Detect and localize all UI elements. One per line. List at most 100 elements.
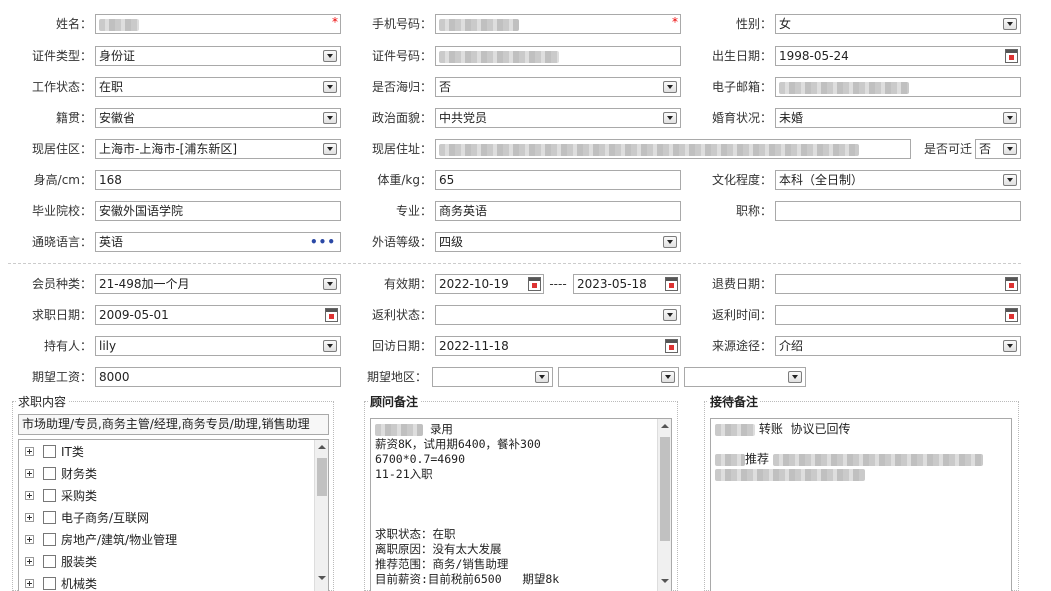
plus-square-icon[interactable] bbox=[25, 491, 34, 500]
redacted-name bbox=[99, 18, 139, 31]
section-divider bbox=[8, 263, 1021, 264]
checkbox[interactable] bbox=[43, 533, 56, 546]
height-label: 身高/cm： bbox=[33, 173, 92, 187]
reception-notes-textarea[interactable]: 转账 协议已回传 推荐 bbox=[710, 418, 1012, 591]
rebate-status-label: 返利状态： bbox=[371, 308, 432, 322]
visit-date-input[interactable]: 2022-11-18 bbox=[435, 336, 681, 356]
calendar-icon[interactable] bbox=[665, 339, 678, 353]
birth-label: 出生日期： bbox=[711, 49, 772, 63]
idtype-select[interactable]: 身份证 bbox=[95, 46, 341, 66]
area-province-select[interactable] bbox=[432, 367, 553, 387]
checkbox[interactable] bbox=[43, 511, 56, 524]
school-input[interactable]: 安徽外国语学院 bbox=[95, 201, 341, 221]
checkbox[interactable] bbox=[43, 489, 56, 502]
valid-separator: ---- bbox=[549, 277, 567, 291]
valid-to-input[interactable]: 2023-05-18 bbox=[573, 274, 681, 294]
redacted-address bbox=[439, 143, 859, 156]
birth-date-input[interactable]: 1998-05-24 bbox=[775, 46, 1021, 66]
plus-square-icon[interactable] bbox=[25, 535, 34, 544]
scroll-down-icon[interactable] bbox=[318, 576, 326, 580]
source-select[interactable]: 介绍 bbox=[775, 336, 1021, 356]
langlevel-select[interactable]: 四级 bbox=[435, 232, 681, 252]
school-label: 毕业院校： bbox=[31, 204, 92, 218]
advisor-notes-textarea[interactable]: 录用 薪资8K，试用期6400，餐补300 6700*0.7=4690 11-2… bbox=[370, 418, 672, 591]
overseas-select[interactable]: 否 bbox=[435, 77, 681, 97]
region-select[interactable]: 上海市-上海市-[浦东新区] bbox=[95, 139, 341, 159]
holder-select[interactable]: lily bbox=[95, 336, 341, 356]
phone-input[interactable]: * bbox=[435, 14, 681, 34]
email-input[interactable] bbox=[775, 77, 1021, 97]
origin-select[interactable]: 安徽省 bbox=[95, 108, 341, 128]
source-label: 来源途径： bbox=[711, 339, 772, 353]
language-input[interactable]: 英语 ••• bbox=[95, 232, 341, 252]
area-district-select[interactable] bbox=[684, 367, 806, 387]
name-label: 姓名： bbox=[55, 17, 92, 31]
plus-square-icon[interactable] bbox=[25, 579, 34, 588]
calendar-icon[interactable] bbox=[1005, 277, 1018, 291]
advisor-scrollbar[interactable] bbox=[657, 419, 671, 591]
refund-date-input[interactable] bbox=[775, 274, 1021, 294]
rebate-time-input[interactable] bbox=[775, 305, 1021, 325]
job-selected-input[interactable]: 市场助理/专员,商务主管/经理,商务专员/助理,销售助理 bbox=[18, 414, 329, 435]
checkbox[interactable] bbox=[43, 445, 56, 458]
calendar-icon[interactable] bbox=[325, 308, 338, 322]
plus-square-icon[interactable] bbox=[25, 513, 34, 522]
valid-from-input[interactable]: 2022-10-19 bbox=[435, 274, 544, 294]
relocate-label: 是否可迁 bbox=[923, 142, 972, 156]
calendar-icon[interactable] bbox=[665, 277, 678, 291]
scroll-thumb[interactable] bbox=[660, 437, 670, 541]
marital-select[interactable]: 未婚 bbox=[775, 108, 1021, 128]
relocate-select[interactable]: 否 bbox=[975, 139, 1021, 159]
required-star-icon: * bbox=[332, 15, 338, 29]
major-input[interactable]: 商务英语 bbox=[435, 201, 681, 221]
chevron-down-icon bbox=[661, 371, 675, 383]
gender-select[interactable]: 女 bbox=[775, 14, 1021, 34]
address-label: 现居住址： bbox=[371, 142, 432, 156]
scroll-up-icon[interactable] bbox=[318, 445, 326, 449]
idno-label: 证件号码： bbox=[371, 49, 432, 63]
phone-label: 手机号码： bbox=[371, 17, 432, 31]
chevron-down-icon bbox=[1003, 18, 1017, 30]
chevron-down-icon bbox=[1003, 340, 1017, 352]
marital-label: 婚育状况： bbox=[711, 111, 772, 125]
tree-scrollbar[interactable] bbox=[314, 440, 328, 591]
title-label: 职称： bbox=[735, 204, 772, 218]
education-select[interactable]: 本科（全日制） bbox=[775, 170, 1021, 190]
plus-square-icon[interactable] bbox=[25, 469, 34, 478]
calendar-icon[interactable] bbox=[528, 277, 541, 291]
chevron-down-icon bbox=[663, 112, 677, 124]
name-input[interactable]: * bbox=[95, 14, 341, 34]
area-city-select[interactable] bbox=[558, 367, 679, 387]
rebate-status-select[interactable] bbox=[435, 305, 681, 325]
valid-label: 有效期： bbox=[383, 277, 432, 291]
checkbox[interactable] bbox=[43, 467, 56, 480]
title-input[interactable] bbox=[775, 201, 1021, 221]
workstatus-select[interactable]: 在职 bbox=[95, 77, 341, 97]
scroll-up-icon[interactable] bbox=[661, 424, 669, 428]
idno-input[interactable] bbox=[435, 46, 681, 66]
scroll-down-icon[interactable] bbox=[661, 579, 669, 583]
weight-input[interactable]: 65 bbox=[435, 170, 681, 190]
plus-square-icon[interactable] bbox=[25, 447, 34, 456]
member-type-select[interactable]: 21-498加一个月 bbox=[95, 274, 341, 294]
plus-square-icon[interactable] bbox=[25, 557, 34, 566]
major-label: 专业： bbox=[395, 204, 432, 218]
apply-date-input[interactable]: 2009-05-01 bbox=[95, 305, 341, 325]
chevron-down-icon bbox=[535, 371, 549, 383]
height-input[interactable]: 168 bbox=[95, 170, 341, 190]
political-select[interactable]: 中共党员 bbox=[435, 108, 681, 128]
chevron-down-icon bbox=[663, 236, 677, 248]
calendar-icon[interactable] bbox=[1005, 49, 1018, 63]
scroll-thumb[interactable] bbox=[317, 458, 327, 496]
chevron-down-icon bbox=[323, 143, 337, 155]
salary-input[interactable]: 8000 bbox=[95, 367, 341, 387]
area-label: 期望地区： bbox=[366, 370, 427, 384]
job-category-tree: IT类 财务类 采购类 电子商务/互联网 房地产/建筑/物业管理 服装类 机械类 bbox=[18, 439, 329, 591]
ellipsis-icon[interactable]: ••• bbox=[310, 233, 336, 251]
checkbox[interactable] bbox=[43, 555, 56, 568]
email-label: 电子邮箱： bbox=[711, 80, 772, 94]
address-input[interactable] bbox=[435, 139, 911, 159]
calendar-icon[interactable] bbox=[1005, 308, 1018, 322]
checkbox[interactable] bbox=[43, 577, 56, 590]
apply-date-label: 求职日期： bbox=[31, 308, 92, 322]
